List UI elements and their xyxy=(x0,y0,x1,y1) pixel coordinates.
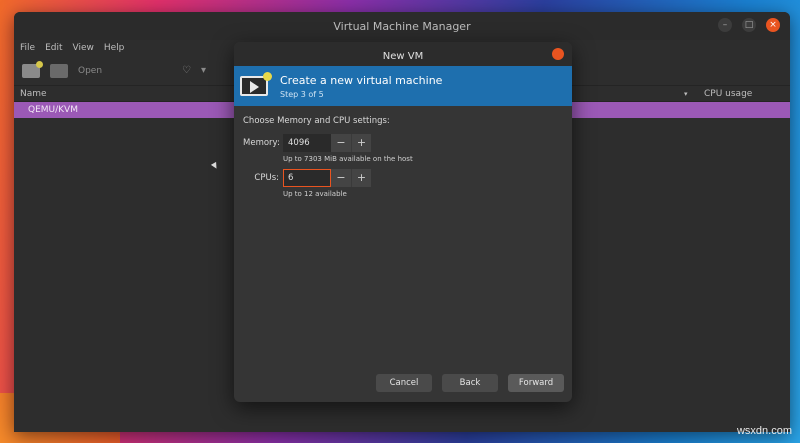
chevron-down-icon[interactable]: ▾ xyxy=(201,65,206,76)
cpus-increment-button[interactable]: + xyxy=(351,169,371,187)
menu-view[interactable]: View xyxy=(73,43,94,53)
forward-button[interactable]: Forward xyxy=(508,374,564,392)
memory-row: Memory: 4096 − + xyxy=(243,134,563,152)
menu-help[interactable]: Help xyxy=(104,43,125,53)
dialog-body: Choose Memory and CPU settings: Memory: … xyxy=(234,106,572,402)
dialog-title: New VM xyxy=(382,51,424,62)
cpus-decrement-button[interactable]: − xyxy=(331,169,351,187)
memory-stepper: − + xyxy=(331,134,371,152)
window-controls: – □ × xyxy=(718,18,780,32)
cpus-stepper: − + xyxy=(331,169,371,187)
cancel-button[interactable]: Cancel xyxy=(376,374,432,392)
cpus-row: CPUs: 6 − + xyxy=(243,169,563,187)
close-button[interactable]: × xyxy=(766,18,780,32)
new-vm-icon xyxy=(240,72,272,100)
memory-increment-button[interactable]: + xyxy=(351,134,371,152)
memory-hint: Up to 7303 MiB available on the host xyxy=(283,155,413,163)
dialog-titlebar[interactable]: New VM xyxy=(234,42,572,66)
dialog-close-button[interactable] xyxy=(552,48,564,60)
watermark: wsxdn.com xyxy=(736,425,792,437)
main-titlebar[interactable]: Virtual Machine Manager – □ × xyxy=(14,12,790,40)
section-label: Choose Memory and CPU settings: xyxy=(243,116,390,126)
banner-title: Create a new virtual machine xyxy=(280,73,443,87)
memory-input[interactable]: 4096 xyxy=(283,134,331,152)
cpus-hint: Up to 12 available xyxy=(283,190,347,198)
memory-label: Memory: xyxy=(243,138,280,148)
minimize-button[interactable]: – xyxy=(718,18,732,32)
cpu-usage-column-header[interactable]: CPU usage xyxy=(704,89,752,99)
menu-edit[interactable]: Edit xyxy=(45,43,62,53)
open-icon[interactable] xyxy=(50,63,68,78)
cpus-input[interactable]: 6 xyxy=(283,169,331,187)
power-icon[interactable]: ♡ xyxy=(182,65,191,76)
step-indicator: Step 3 of 5 xyxy=(280,89,324,99)
dialog-buttons: Cancel Back Forward xyxy=(376,374,564,392)
window-title: Virtual Machine Manager xyxy=(333,19,471,33)
maximize-button[interactable]: □ xyxy=(742,18,756,32)
back-button[interactable]: Back xyxy=(442,374,498,392)
open-button-label[interactable]: Open xyxy=(78,66,102,76)
cpus-label: CPUs: xyxy=(254,173,279,183)
wizard-banner: Create a new virtual machine Step 3 of 5 xyxy=(234,66,572,106)
new-vm-dialog: New VM Create a new virtual machine Step… xyxy=(234,42,572,402)
sort-icon[interactable]: ▾ xyxy=(684,90,688,98)
menu-file[interactable]: File xyxy=(20,43,35,53)
new-vm-icon[interactable] xyxy=(22,60,43,78)
memory-decrement-button[interactable]: − xyxy=(331,134,351,152)
name-column-header[interactable]: Name xyxy=(20,89,47,99)
